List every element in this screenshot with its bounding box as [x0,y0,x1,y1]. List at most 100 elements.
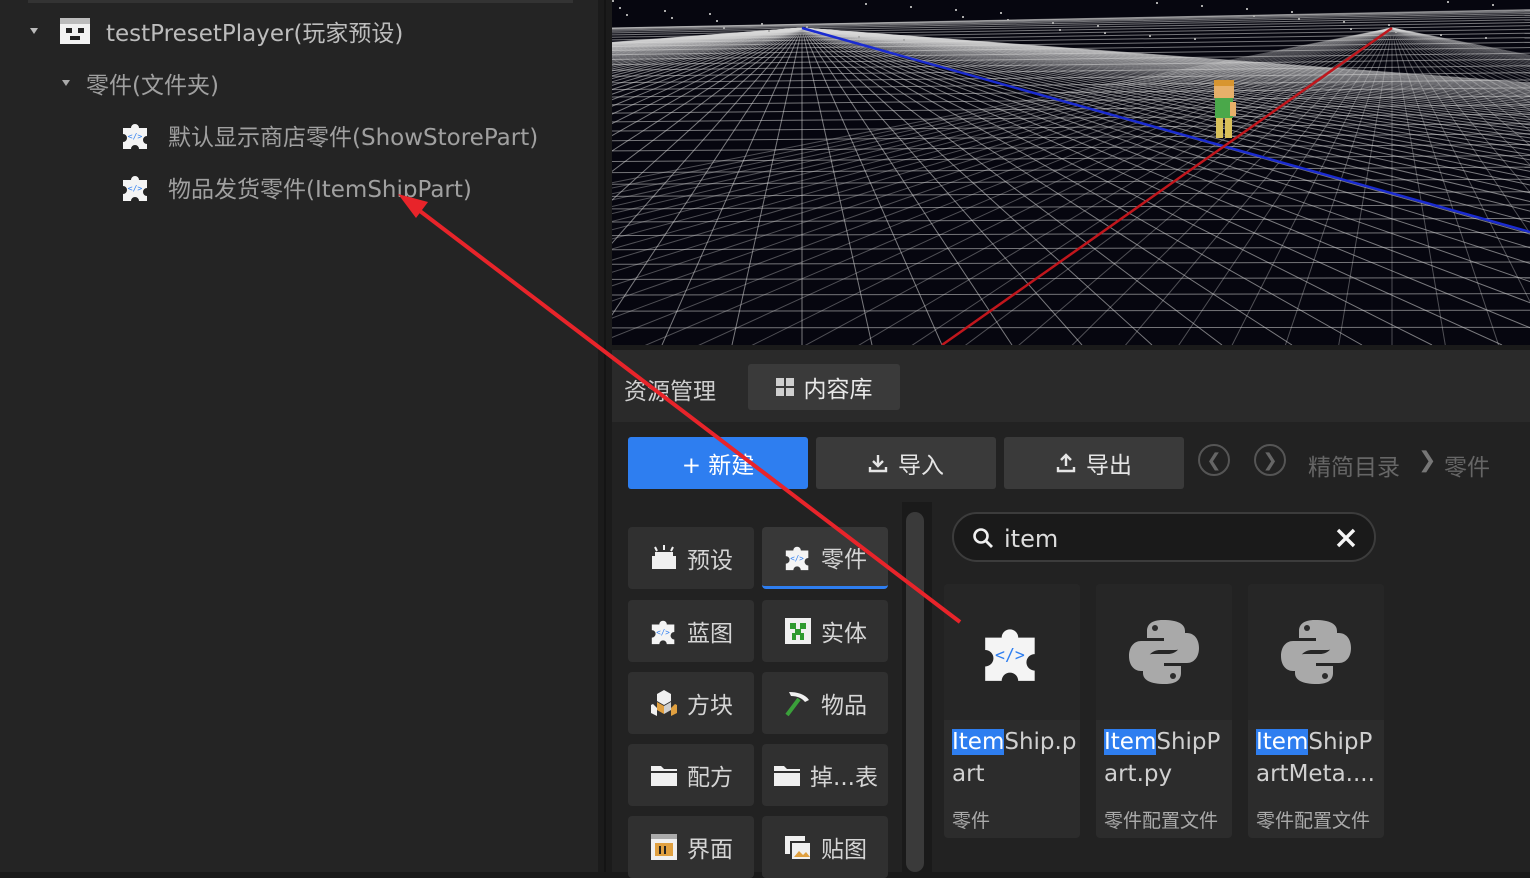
category-label: 实体 [821,614,867,648]
search-input[interactable] [1002,523,1306,555]
category-label: 蓝图 [687,614,733,648]
python-icon [1280,616,1352,688]
category-ui[interactable]: 界面 [628,816,754,878]
export-button[interactable]: 导出 [1004,437,1184,489]
category-item[interactable]: 物品 [762,672,888,734]
category-entity[interactable]: 实体 [762,600,888,662]
category-loot-table[interactable]: 掉...表 [762,744,888,806]
chevron-right-icon: ❯ [1262,450,1277,471]
breadcrumb-root[interactable]: 精简目录 [1308,448,1400,482]
panel-splitter[interactable] [598,0,612,872]
category-blueprint[interactable]: </> 蓝图 [628,600,754,662]
new-button-label: + 新建 [682,446,755,480]
result-thumbnail: </> [944,584,1080,720]
import-button[interactable]: 导入 [816,437,996,489]
svg-text:</>: </> [128,132,143,141]
preset-icon [649,543,679,573]
scene-viewport[interactable] [612,0,1530,345]
export-button-label: 导出 [1086,446,1132,480]
result-type: 零件配置文件 [1256,806,1370,833]
content-toolbar: + 新建 导入 导出 ❮ ❯ 精简目录 ❯ 零件 [612,422,1530,502]
tree-node-part-label: 默认显示商店零件(ShowStorePart) [168,118,538,152]
item-icon [783,688,813,718]
category-label: 配方 [687,758,733,792]
breadcrumb-separator-icon: ❯ [1418,448,1436,473]
category-label: 零件 [821,540,867,574]
blueprint-icon: </> [649,616,679,646]
content-library-label: 内容库 [804,370,873,404]
scroll-indicator [28,0,573,3]
category-label: 贴图 [821,830,867,864]
import-button-label: 导入 [898,446,944,480]
tree-node-folder-label: 零件(文件夹) [86,66,219,100]
category-block[interactable]: 方块 [628,672,754,734]
result-name: ItemShip.part [952,726,1080,790]
new-button[interactable]: + 新建 [628,437,808,489]
python-icon [1128,616,1200,688]
result-card[interactable]: ItemShipPart.py 零件配置文件 [1096,584,1232,838]
hierarchy-panel: testPresetPlayer(玩家预设) 零件(文件夹) </> 默认显示商… [0,0,598,872]
folder-icon [772,760,802,790]
category-scrollbar[interactable] [906,512,924,872]
result-thumbnail [1248,584,1384,720]
category-recipe[interactable]: 配方 [628,744,754,806]
tree-node-root[interactable]: testPresetPlayer(玩家预设) [30,11,403,51]
breadcrumb-current[interactable]: 零件 [1444,448,1490,482]
back-button[interactable]: ❮ [1198,444,1230,476]
tree-node-root-label: testPresetPlayer(玩家预设) [106,14,403,48]
category-label: 预设 [687,541,733,575]
category-part[interactable]: </> 零件 [762,527,888,589]
content-results: </> ItemShip.part 零件 ItemShipPart.py 零件配… [932,502,1530,872]
expand-arrow-icon[interactable] [30,28,38,34]
result-name: ItemShipPartMeta.... [1256,726,1384,790]
category-label: 方块 [687,686,733,720]
chevron-left-icon: ❮ [1206,450,1221,471]
svg-text:</>: </> [128,184,143,193]
tree-node-folder[interactable]: 零件(文件夹) [62,63,219,103]
texture-icon [783,832,813,862]
result-type: 零件 [952,806,990,833]
player-model [1214,80,1236,138]
svg-text:</>: </> [656,628,670,637]
scene-grid [612,0,1530,345]
search-highlight: Item [1104,729,1156,755]
result-thumbnail [1096,584,1232,720]
clear-search-icon[interactable] [1335,527,1357,549]
tree-node-part-label: 物品发货零件(ItemShipPart) [168,170,472,204]
tree-node-part-item[interactable]: </> 物品发货零件(ItemShipPart) [120,167,472,207]
player-preset-icon [58,14,92,48]
forward-button[interactable]: ❯ [1254,444,1286,476]
result-card[interactable]: </> ItemShip.part 零件 [944,584,1080,838]
block-icon [649,688,679,718]
category-label: 物品 [821,686,867,720]
result-card[interactable]: ItemShipPartMeta.... 零件配置文件 [1248,584,1384,838]
search-icon [972,527,994,549]
part-icon: </> [120,119,152,151]
grid-icon [776,378,794,396]
part-icon: </> [979,619,1045,685]
content-library-tab[interactable]: 内容库 [748,364,900,410]
search-box[interactable] [952,512,1376,562]
download-icon [868,453,888,473]
category-label: 掉...表 [810,758,878,792]
result-name: ItemShipPart.py [1104,726,1232,790]
ui-icon [649,832,679,862]
search-highlight: Item [1256,729,1308,755]
part-icon: </> [120,171,152,203]
folder-icon [649,760,679,790]
svg-text:</>: </> [995,645,1025,664]
category-label: 界面 [687,830,733,864]
search-highlight: Item [952,729,1004,755]
upload-icon [1056,453,1076,473]
svg-text:</>: </> [790,553,804,562]
category-texture[interactable]: 贴图 [762,816,888,878]
category-preset[interactable]: 预设 [628,527,754,589]
entity-icon [783,616,813,646]
expand-arrow-icon[interactable] [62,80,70,86]
tree-node-part-item[interactable]: </> 默认显示商店零件(ShowStorePart) [120,115,538,155]
result-type: 零件配置文件 [1104,806,1218,833]
part-icon: </> [783,542,813,572]
resource-manager-tab[interactable]: 资源管理 [624,372,716,406]
category-panel: 预设 </> 零件 </> 蓝图 实体 方块 [612,502,902,872]
resource-header: 资源管理 内容库 [612,350,1530,422]
